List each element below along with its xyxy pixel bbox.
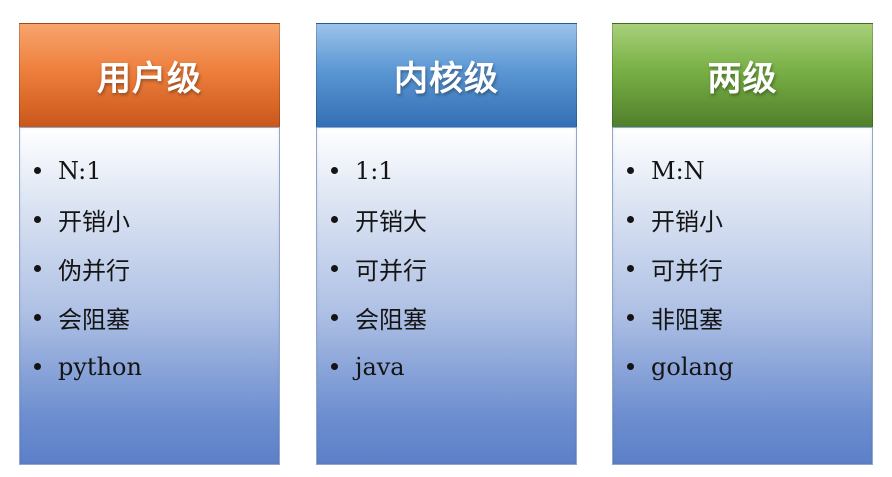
kernel-level-header: 内核级 [316, 23, 577, 127]
bullet-icon [331, 363, 338, 370]
bullet-icon [34, 216, 41, 223]
list-item: 非阻塞 [627, 293, 872, 342]
list-item: 会阻塞 [34, 293, 279, 342]
user-level-card: 用户级 N:1 开销小 伪并行 会阻塞 python [19, 23, 280, 465]
list-item: N:1 [34, 146, 279, 195]
bullet-icon [627, 314, 634, 321]
bullet-icon [627, 363, 634, 370]
user-level-list: N:1 开销小 伪并行 会阻塞 python [20, 128, 279, 391]
kernel-level-card: 内核级 1:1 开销大 可并行 会阻塞 java [316, 23, 577, 465]
bullet-icon [627, 167, 634, 174]
two-level-title: 两级 [707, 59, 778, 99]
two-level-header: 两级 [612, 23, 873, 127]
kernel-level-title: 内核级 [394, 59, 499, 99]
list-item: 开销小 [34, 195, 279, 244]
bullet-icon [627, 216, 634, 223]
list-item: 可并行 [627, 244, 872, 293]
list-item: python [34, 342, 279, 391]
list-item: 可并行 [331, 244, 576, 293]
bullet-icon [627, 265, 634, 272]
bullet-icon [34, 265, 41, 272]
bullet-icon [331, 167, 338, 174]
bullet-icon [331, 265, 338, 272]
list-item: golang [627, 342, 872, 391]
list-item: 伪并行 [34, 244, 279, 293]
user-level-header: 用户级 [19, 23, 280, 127]
list-item: M:N [627, 146, 872, 195]
user-level-title: 用户级 [97, 59, 202, 99]
bullet-icon [331, 314, 338, 321]
bullet-icon [34, 314, 41, 321]
bullet-icon [34, 167, 41, 174]
kernel-level-body: 1:1 开销大 可并行 会阻塞 java [316, 127, 577, 465]
bullet-icon [331, 216, 338, 223]
kernel-level-list: 1:1 开销大 可并行 会阻塞 java [317, 128, 576, 391]
list-item: 1:1 [331, 146, 576, 195]
two-level-list: M:N 开销小 可并行 非阻塞 golang [613, 128, 872, 391]
list-item: 开销小 [627, 195, 872, 244]
list-item: 开销大 [331, 195, 576, 244]
user-level-body: N:1 开销小 伪并行 会阻塞 python [19, 127, 280, 465]
two-level-card: 两级 M:N 开销小 可并行 非阻塞 golang [612, 23, 873, 465]
bullet-icon [34, 363, 41, 370]
two-level-body: M:N 开销小 可并行 非阻塞 golang [612, 127, 873, 465]
list-item: java [331, 342, 576, 391]
list-item: 会阻塞 [331, 293, 576, 342]
